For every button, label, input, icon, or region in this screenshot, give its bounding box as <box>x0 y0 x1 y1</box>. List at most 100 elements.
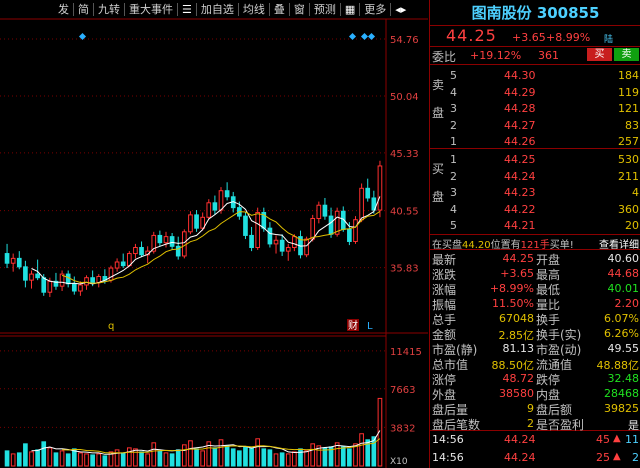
sell-level: 2 <box>450 118 457 132</box>
buy-level: 5 <box>450 219 457 232</box>
price-grid <box>0 38 386 269</box>
candle-body <box>212 202 218 211</box>
sell-volume: 121 <box>618 102 639 115</box>
toolbar-item-ma[interactable]: 均线 <box>239 3 270 16</box>
candle-body <box>218 190 224 211</box>
volume-bar <box>188 440 193 467</box>
tick-volume: 25 <box>596 451 610 464</box>
buy-row[interactable]: 4 44.22 360 <box>430 200 640 218</box>
grid-icon[interactable]: ▦ <box>341 3 361 16</box>
volume-axis: 11415 7663 3832 <box>390 347 422 434</box>
candle-body <box>139 247 144 256</box>
toolbar-item-overlay[interactable]: 叠 <box>270 3 290 16</box>
pin-icon[interactable]: ◂▸ <box>391 3 410 16</box>
buy-volume: 4 <box>632 186 639 199</box>
diamond-marker-icon[interactable] <box>367 32 376 41</box>
candle-body <box>157 234 163 244</box>
buy-price: 44.21 <box>504 219 536 232</box>
toolbar-item-more[interactable]: 更多 <box>360 3 392 16</box>
volume-bars <box>4 397 383 467</box>
toolbar-item-major-events[interactable]: 重大事件 <box>125 3 178 16</box>
stat-row: 盘后量 9 盘后额 39825 <box>430 400 640 417</box>
sell-row[interactable]: 3 44.28 121 <box>430 99 640 117</box>
sell-button[interactable]: 卖 <box>614 48 639 61</box>
buy-button[interactable]: 买 <box>587 48 612 61</box>
volume-bar <box>78 452 83 467</box>
diamond-marker-icon[interactable] <box>348 32 357 41</box>
toolbar-item-jiuzhuan[interactable]: 九转 <box>94 3 125 16</box>
toolbar-item-window[interactable]: 窗 <box>290 3 310 16</box>
stat-row: 外盘 38580 内盘 28468 <box>430 385 640 402</box>
sell-row[interactable]: 2 44.27 83 <box>430 116 640 134</box>
buy-order-book: 买 盘 1 44.25 530 2 44.24 211 3 44.23 4 4 44.22 360 5 44… <box>430 148 640 232</box>
stat-value: +3.65 <box>500 267 534 280</box>
volume-bar <box>175 449 181 467</box>
volume-ma-lines <box>31 430 381 455</box>
buy-row[interactable]: 5 44.21 20 <box>430 216 640 234</box>
candle-body <box>310 218 316 240</box>
tick-time: 14:56 <box>432 451 464 464</box>
volume-bar <box>285 453 291 467</box>
sell-row[interactable]: 4 44.29 119 <box>430 83 640 101</box>
buy-price: 44.23 <box>504 186 536 199</box>
buy-row[interactable]: 1 44.25 530 <box>430 150 640 168</box>
candle-body <box>365 187 371 199</box>
buy-row[interactable]: 3 44.23 4 <box>430 183 640 201</box>
market-tag: 陆 <box>604 35 614 45</box>
sell-row[interactable]: 5 44.30 184 <box>430 66 640 84</box>
candle-body <box>114 261 120 269</box>
volume-bar <box>169 453 175 467</box>
volume-bar <box>96 453 102 467</box>
candle-body <box>249 234 254 249</box>
marker-q[interactable]: q <box>108 321 114 332</box>
volume-grid <box>0 350 386 428</box>
sell-price: 44.30 <box>504 69 536 82</box>
candle-body <box>292 236 297 249</box>
price-tick-label: 54.76 <box>390 35 419 46</box>
toolbar-item-jian[interactable]: 简 <box>74 3 94 16</box>
volume-bar <box>90 454 95 467</box>
buy-volume: 360 <box>618 202 639 216</box>
volume-bar <box>237 450 242 467</box>
toolbar-item-forecast[interactable]: 预测 <box>310 3 341 16</box>
candle-body <box>108 267 114 281</box>
volume-bar <box>23 443 28 467</box>
volume-bar <box>255 438 261 467</box>
marker-cai[interactable]: 财 <box>348 319 358 332</box>
buy-level: 3 <box>450 186 457 199</box>
volume-bar <box>340 446 346 467</box>
candle-body <box>169 236 175 247</box>
candle-body <box>194 214 199 229</box>
stat-row: 振幅 11.50% 量比 2.20 <box>430 295 640 312</box>
stat-row: 总手 67048 换手 6.07% <box>430 310 640 327</box>
tick-row: 14:56 44.24 25 ▲ 2 <box>430 449 640 466</box>
volume-bar <box>53 452 59 467</box>
candle-body <box>133 247 138 255</box>
buy-row[interactable]: 2 44.24 211 <box>430 167 640 185</box>
moving-average-lines <box>31 196 381 285</box>
quote-line: 44.25 +3.65 +8.99% 陆 <box>430 26 640 46</box>
volume-bar <box>139 451 144 467</box>
weibi-row: 委比 +19.12% 361 买 卖 <box>430 46 640 64</box>
diamond-marker-icon[interactable] <box>360 32 369 41</box>
sell-level: 4 <box>450 85 457 99</box>
candle-body <box>41 277 47 293</box>
toolbar-item-add-watchlist[interactable]: 加自选 <box>197 3 239 16</box>
buy-volume: 211 <box>618 169 639 183</box>
volume-bar <box>157 450 163 467</box>
toolbar-item-fa[interactable]: 发 <box>54 3 74 16</box>
sell-volume: 257 <box>618 135 639 148</box>
up-arrow-icon: ▲ <box>613 433 621 444</box>
list-icon[interactable]: ☰ <box>178 3 197 16</box>
candle-body <box>84 277 89 286</box>
candle-body <box>47 280 53 293</box>
price-tick-label: 40.55 <box>390 207 419 218</box>
stat-row: 金额 2.85亿 换手(实) 6.26% <box>430 325 640 342</box>
kline-chart[interactable]: 54.7650.0445.3340.5535.83 1141576633832 … <box>0 0 428 468</box>
volume-bar <box>230 448 236 467</box>
candle-body <box>322 204 328 217</box>
volume-bar <box>133 448 138 467</box>
marker-l[interactable]: L <box>367 321 373 332</box>
price-tick-label: 50.04 <box>390 92 419 103</box>
volume-bar <box>359 433 364 467</box>
